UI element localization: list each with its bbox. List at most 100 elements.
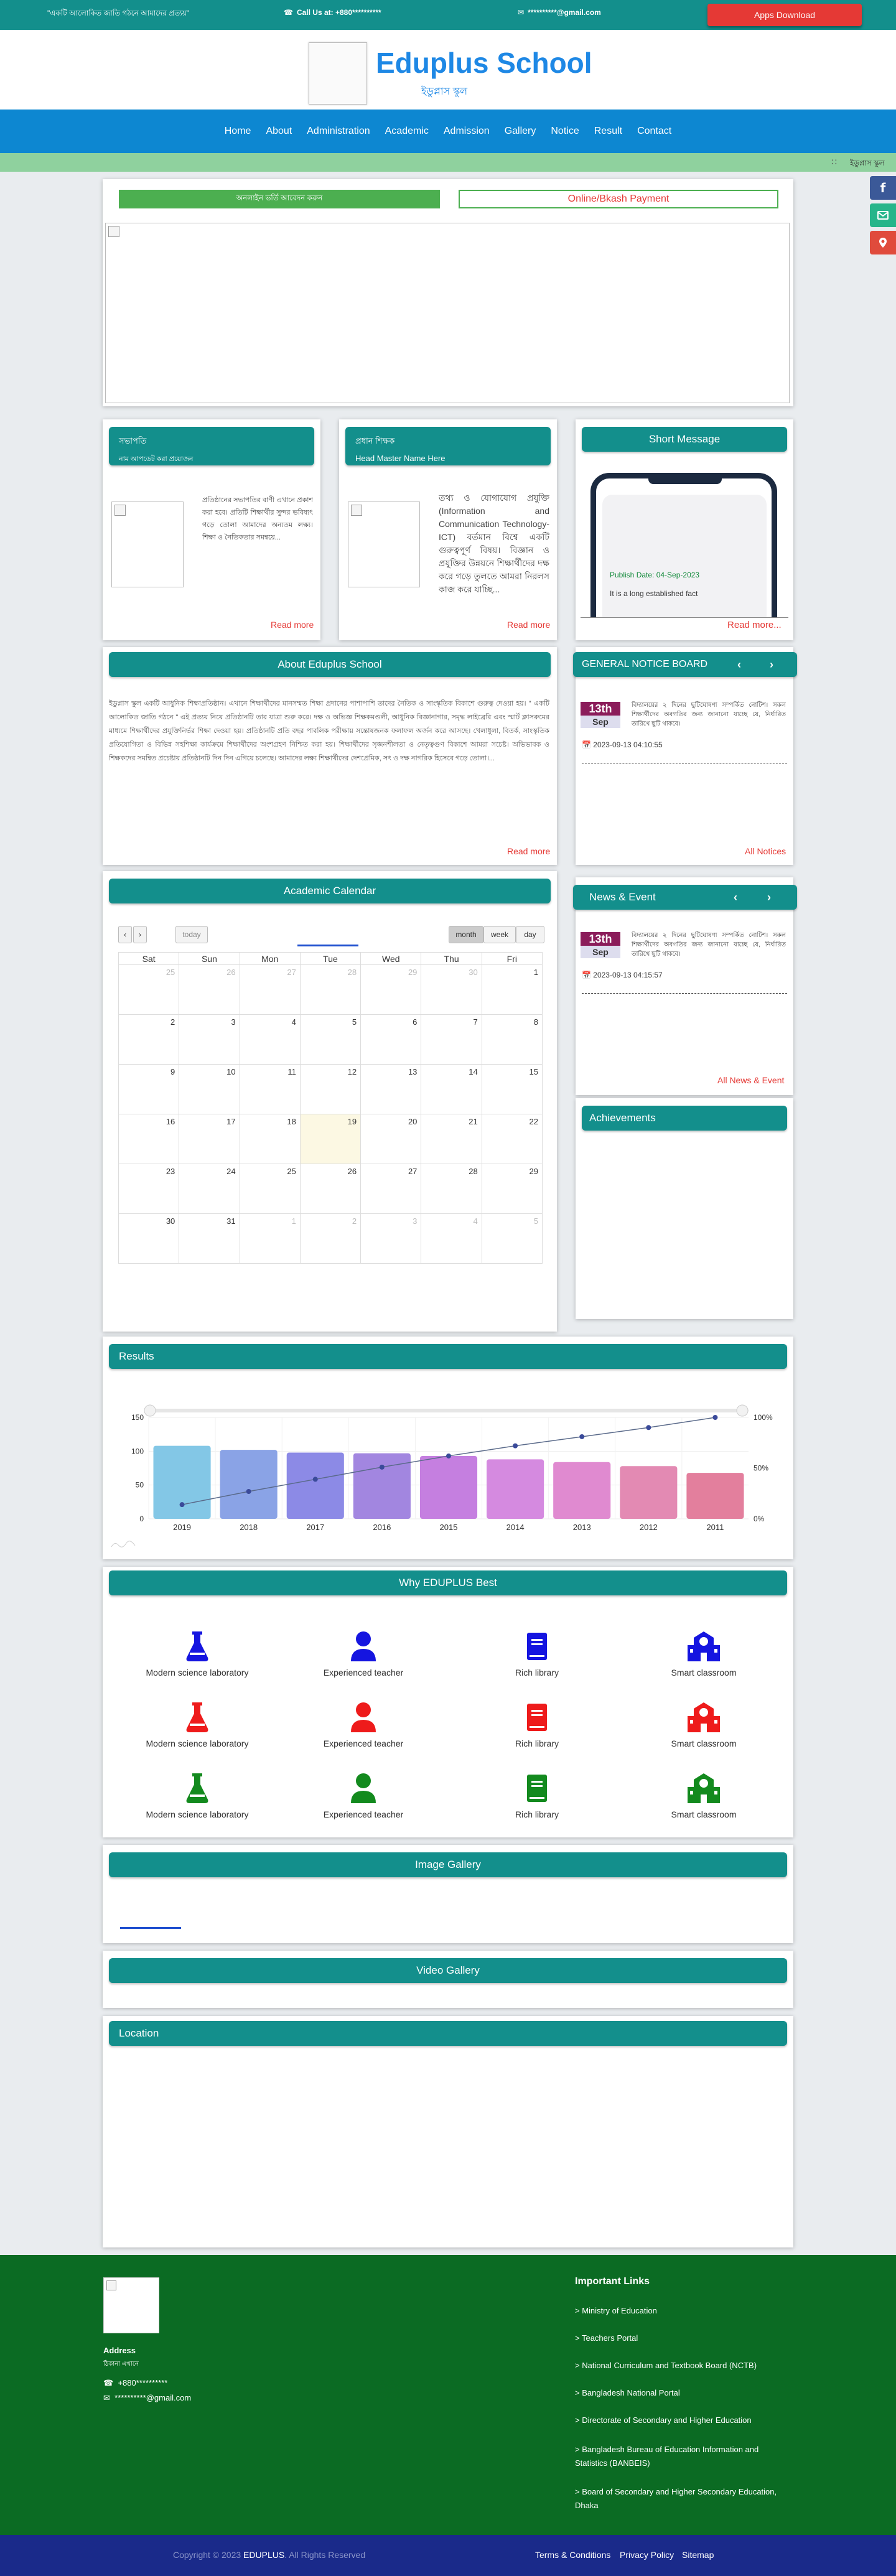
- all-notices-link[interactable]: All Notices: [745, 846, 786, 856]
- president-read-more[interactable]: Read more: [271, 620, 314, 630]
- calendar-day[interactable]: 5: [299, 1014, 362, 1065]
- nav-academic[interactable]: Academic: [385, 126, 429, 137]
- copyright: Copyright © 2023 EDUPLUS. All Rights Res…: [173, 2550, 366, 2560]
- terms-link[interactable]: Terms & Conditions: [535, 2550, 610, 2560]
- nav-about[interactable]: About: [266, 126, 292, 137]
- envelope-icon: ✉: [103, 2393, 110, 2402]
- calendar-day[interactable]: 3: [179, 1014, 240, 1065]
- marquee-text[interactable]: ইডুপ্লাস স্কুল: [850, 158, 885, 170]
- footer-logo[interactable]: [103, 2277, 159, 2333]
- calendar-day[interactable]: 24: [179, 1164, 240, 1214]
- calendar-day[interactable]: 21: [421, 1114, 482, 1164]
- calendar-day[interactable]: 1: [239, 1213, 301, 1264]
- nav-home[interactable]: Home: [225, 126, 251, 137]
- notice-time: 📅 2023-09-13 04:10:55: [582, 740, 663, 749]
- calendar-day[interactable]: 29: [481, 1164, 543, 1214]
- calendar-day[interactable]: 7: [421, 1014, 482, 1065]
- footer-link[interactable]: > Directorate of Secondary and Higher Ed…: [575, 2415, 752, 2425]
- nav-gallery[interactable]: Gallery: [505, 126, 536, 137]
- notice-next-arrow[interactable]: ›: [770, 652, 773, 677]
- calendar-day[interactable]: 3: [360, 1213, 422, 1264]
- nav-result[interactable]: Result: [594, 126, 622, 137]
- news-text[interactable]: বিদ্যালয়ের ২ দিনের ছুটিঘোষণা সম্পর্কিত …: [632, 931, 786, 959]
- top-email[interactable]: ✉ **********@gmail.com: [518, 8, 601, 17]
- nav-admission[interactable]: Admission: [444, 126, 490, 137]
- calendar-day[interactable]: 28: [421, 1164, 482, 1214]
- school-logo[interactable]: [309, 42, 367, 105]
- footer-link[interactable]: > Bangladesh Bureau of Education Informa…: [575, 2443, 786, 2470]
- news-header: News & Event ‹ ›: [573, 885, 797, 910]
- calendar-day-button[interactable]: day: [516, 926, 544, 943]
- nav-notice[interactable]: Notice: [551, 126, 579, 137]
- calendar-day[interactable]: 22: [481, 1114, 543, 1164]
- about-read-more[interactable]: Read more: [507, 846, 550, 856]
- all-news-link[interactable]: All News & Event: [717, 1075, 784, 1085]
- email-icon[interactable]: [870, 203, 896, 227]
- facebook-icon[interactable]: f: [870, 176, 896, 200]
- calendar-day[interactable]: 4: [239, 1014, 301, 1065]
- calendar-day[interactable]: 5: [481, 1213, 543, 1264]
- calendar-day[interactable]: 6: [360, 1014, 422, 1065]
- news-prev-arrow[interactable]: ‹: [734, 885, 737, 910]
- calendar-day[interactable]: 17: [179, 1114, 240, 1164]
- calendar-day[interactable]: 25: [239, 1164, 301, 1214]
- online-payment-button[interactable]: Online/Bkash Payment: [459, 190, 778, 208]
- calendar-day[interactable]: 8: [481, 1014, 543, 1065]
- calendar-week-button[interactable]: week: [483, 926, 516, 943]
- calendar-day[interactable]: 2: [118, 1014, 180, 1065]
- calendar-day[interactable]: 26: [299, 1164, 362, 1214]
- headmaster-read-more[interactable]: Read more: [507, 620, 550, 630]
- apps-download-button[interactable]: Apps Download: [707, 4, 862, 26]
- footer-link[interactable]: > Bangladesh National Portal: [575, 2388, 680, 2397]
- calendar-day[interactable]: 12: [299, 1064, 362, 1114]
- notice-prev-arrow[interactable]: ‹: [737, 652, 741, 677]
- footer-link[interactable]: > National Curriculum and Textbook Board…: [575, 2361, 757, 2370]
- calendar-day[interactable]: 18: [239, 1114, 301, 1164]
- calendar-day[interactable]: 26: [179, 964, 240, 1015]
- calendar-day[interactable]: 10: [179, 1064, 240, 1114]
- footer-phone[interactable]: ☎ +880**********: [103, 2378, 167, 2388]
- location-pin-icon[interactable]: [870, 231, 896, 254]
- calendar-day[interactable]: 29: [360, 964, 422, 1015]
- sitemap-link[interactable]: Sitemap: [682, 2550, 714, 2560]
- achievements-header: Achievements: [582, 1106, 787, 1131]
- calendar-day[interactable]: 27: [360, 1164, 422, 1214]
- news-next-arrow[interactable]: ›: [767, 885, 771, 910]
- calendar-day[interactable]: 1: [481, 964, 543, 1015]
- calendar-day[interactable]: 9: [118, 1064, 180, 1114]
- footer-email[interactable]: ✉ **********@gmail.com: [103, 2393, 191, 2403]
- calendar-day[interactable]: 23: [118, 1164, 180, 1214]
- footer-link[interactable]: > Teachers Portal: [575, 2333, 638, 2343]
- brand-link[interactable]: EDUPLUS: [243, 2550, 284, 2560]
- calendar-next-button[interactable]: ›: [133, 926, 147, 943]
- calendar-day[interactable]: 30: [118, 1213, 180, 1264]
- calendar-day[interactable]: 31: [179, 1213, 240, 1264]
- calendar-day[interactable]: 14: [421, 1064, 482, 1114]
- notice-text[interactable]: বিদ্যালয়ের ২ দিনের ছুটিঘোষণা সম্পর্কিত …: [632, 701, 786, 729]
- school-name[interactable]: Eduplus School: [376, 46, 592, 80]
- calendar-prev-button[interactable]: ‹: [118, 926, 132, 943]
- calendar-grid: Sat Sun Mon Tue Wed Thu Fri 25 26 27 28 …: [118, 952, 543, 1264]
- nav-contact[interactable]: Contact: [637, 126, 671, 137]
- calendar-month-button[interactable]: month: [449, 926, 483, 943]
- footer-link[interactable]: > Ministry of Education: [575, 2306, 657, 2315]
- calendar-day[interactable]: 16: [118, 1114, 180, 1164]
- calendar-day[interactable]: 13: [360, 1064, 422, 1114]
- privacy-link[interactable]: Privacy Policy: [620, 2550, 674, 2560]
- call-us[interactable]: ☎ Call Us at: +880**********: [284, 8, 381, 17]
- calendar-day[interactable]: 4: [421, 1213, 482, 1264]
- online-admission-button[interactable]: অনলাইন ভর্তি আবেদন করুন: [119, 190, 440, 208]
- calendar-day[interactable]: 28: [299, 964, 362, 1015]
- short-message-read-more[interactable]: Read more...: [727, 620, 782, 630]
- calendar-day[interactable]: 25: [118, 964, 180, 1015]
- calendar-day[interactable]: 20: [360, 1114, 422, 1164]
- calendar-day[interactable]: 27: [239, 964, 301, 1015]
- footer-link[interactable]: > Board of Secondary and Higher Secondar…: [575, 2485, 786, 2513]
- nav-administration[interactable]: Administration: [307, 126, 370, 137]
- calendar-day[interactable]: 2: [299, 1213, 362, 1264]
- calendar-day[interactable]: 15: [481, 1064, 543, 1114]
- calendar-today-button[interactable]: today: [175, 926, 208, 943]
- calendar-day[interactable]: 30: [421, 964, 482, 1015]
- calendar-day-today[interactable]: 19: [299, 1114, 362, 1164]
- calendar-day[interactable]: 11: [239, 1064, 301, 1114]
